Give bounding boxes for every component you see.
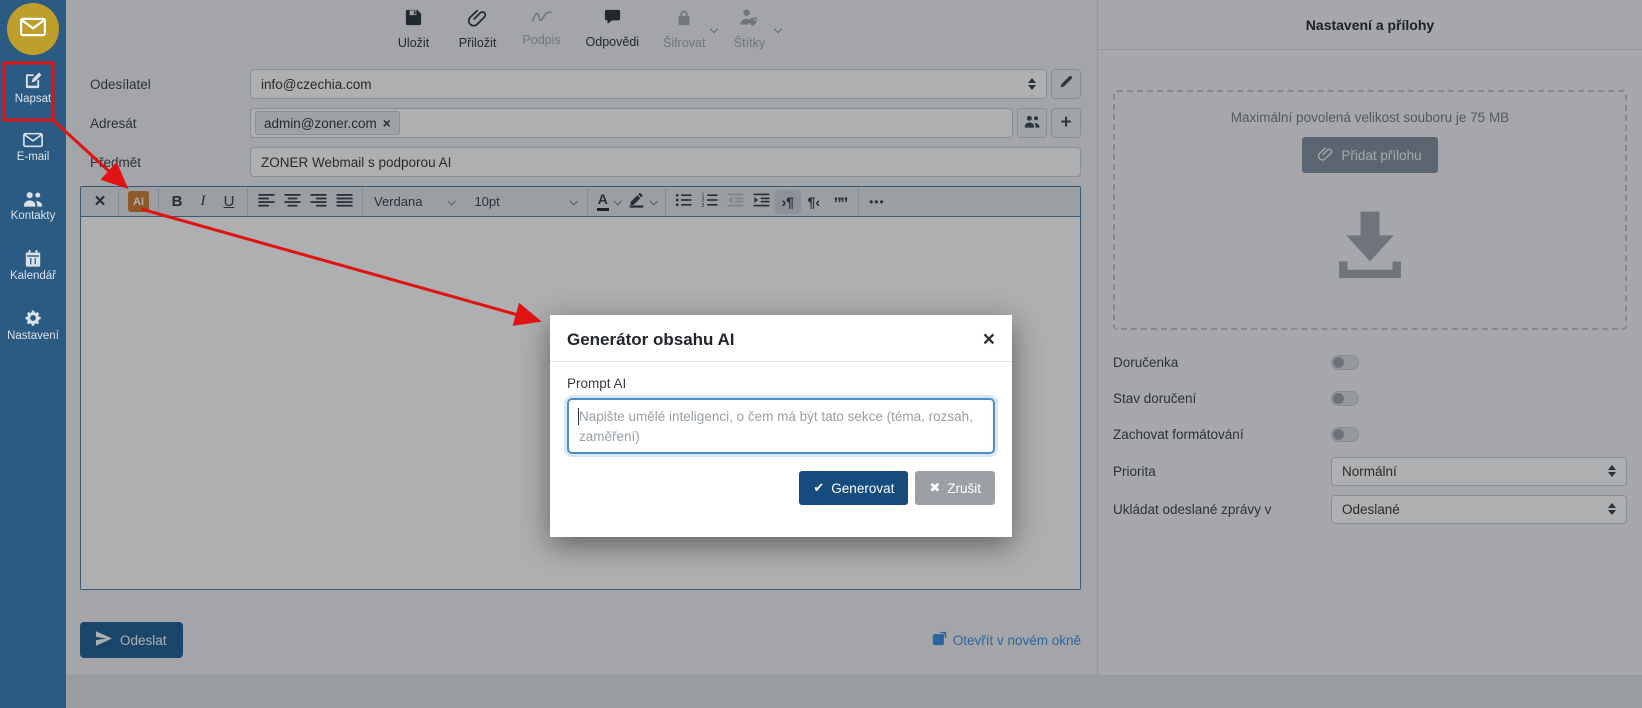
email-icon [23, 132, 43, 148]
cancel-button-label: Zrušit [947, 481, 981, 496]
prompt-placeholder: Napište umělé inteligenci, o čem má být … [579, 409, 973, 444]
modal-title: Generátor obsahu AI [567, 330, 735, 350]
webmail-app: Napsat E-mail [0, 0, 1642, 708]
text-caret [578, 408, 579, 425]
app-logo[interactable] [7, 3, 59, 55]
generate-button[interactable]: ✔ Generovat [799, 471, 908, 505]
sidebar-item-label: E-mail [17, 151, 50, 163]
sidebar-item-napsat[interactable]: Napsat [0, 65, 66, 113]
close-icon[interactable]: × [983, 329, 995, 350]
modal-body: Prompt AI Napište umělé inteligenci, o č… [550, 362, 1012, 454]
sidebar-item-label: Kontakty [11, 210, 56, 222]
sidebar-item-email[interactable]: E-mail [0, 126, 66, 171]
envelope-logo-icon [18, 12, 48, 47]
prompt-label: Prompt AI [567, 376, 995, 391]
sidebar-item-kalendar[interactable]: Kalendář [0, 243, 66, 290]
sidebar-nav: Napsat E-mail [0, 65, 66, 350]
compose-icon [24, 71, 43, 90]
check-icon: ✔ [813, 480, 824, 496]
ai-generator-modal: Generátor obsahu AI × Prompt AI Napište … [550, 315, 1012, 537]
modal-footer: ✔ Generovat ✖ Zrušit [550, 454, 1012, 505]
sidebar-item-kontakty[interactable]: Kontakty [0, 184, 66, 230]
sidebar-item-label: Napsat [15, 93, 51, 105]
sidebar-item-nastaveni[interactable]: Nastavení [0, 303, 66, 350]
sidebar-item-label: Nastavení [7, 330, 59, 342]
settings-icon [24, 309, 42, 327]
sidebar: Napsat E-mail [0, 0, 66, 708]
modal-header: Generátor obsahu AI × [550, 315, 1012, 362]
cancel-button[interactable]: ✖ Zrušit [915, 471, 995, 505]
prompt-textarea[interactable]: Napište umělé inteligenci, o čem má být … [567, 398, 995, 454]
cross-icon: ✖ [929, 480, 940, 496]
sidebar-item-label: Kalendář [10, 270, 56, 282]
contacts-icon [23, 190, 44, 207]
generate-button-label: Generovat [831, 481, 894, 496]
calendar-icon [24, 249, 42, 267]
